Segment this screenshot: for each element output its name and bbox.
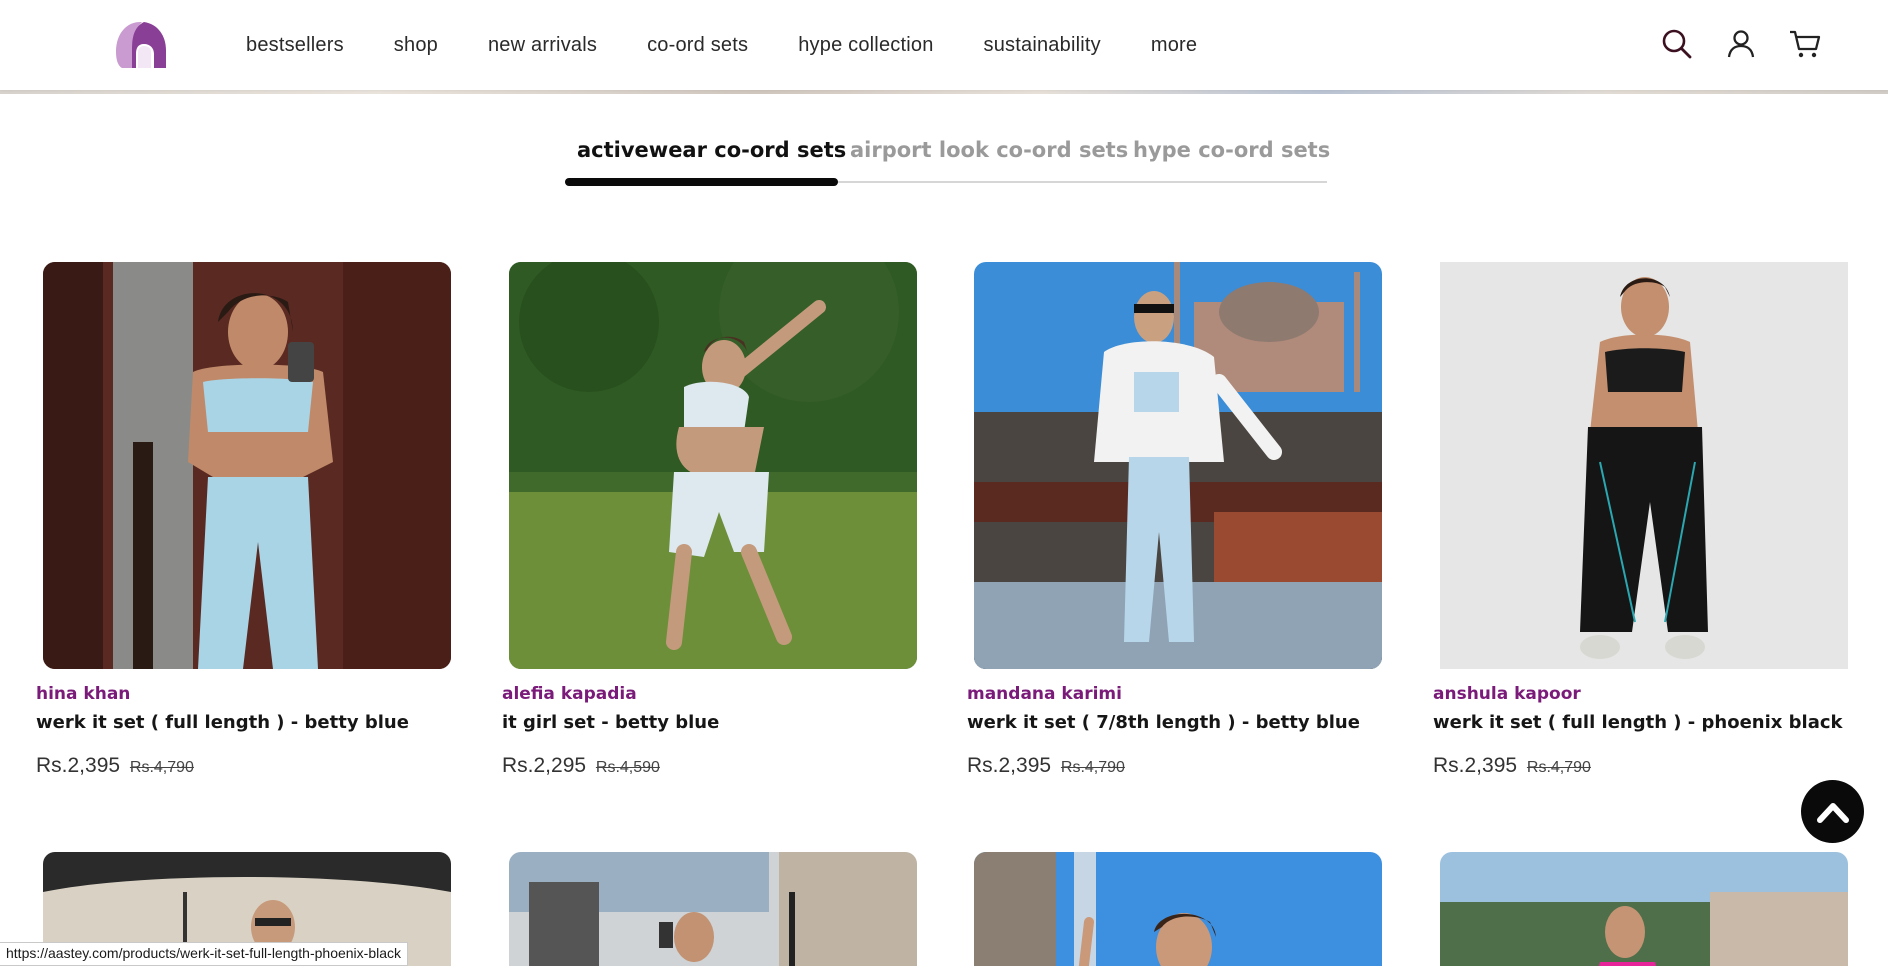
cart-icon[interactable] (1788, 27, 1822, 61)
sale-price: Rs.2,295 (502, 754, 587, 777)
nav-shop[interactable]: shop (394, 34, 438, 57)
compare-price: Rs.4,590 (595, 759, 660, 776)
product-brand[interactable]: hina khan (36, 684, 130, 704)
nav-new-arrivals[interactable]: new arrivals (488, 34, 597, 57)
search-icon[interactable] (1660, 27, 1694, 61)
active-tab-indicator (565, 178, 838, 186)
product-brand[interactable]: anshula kapoor (1433, 684, 1581, 704)
product-brand[interactable]: alefia kapadia (502, 684, 637, 704)
sale-price: Rs.2,395 (1433, 754, 1518, 777)
product-image[interactable] (43, 262, 451, 669)
tab-activewear-co-ord-sets[interactable]: activewear co-ord sets (577, 138, 846, 162)
tab-hype-co-ord-sets[interactable]: hype co-ord sets (1133, 138, 1330, 162)
chevron-up-icon (1816, 802, 1849, 823)
product-image[interactable] (509, 262, 917, 669)
nav-hype-collection[interactable]: hype collection (798, 34, 933, 57)
nav-sustainability[interactable]: sustainability (984, 34, 1101, 57)
product-price: Rs.2,395 Rs.4,790 (1433, 754, 1591, 778)
header-icons (1660, 27, 1822, 61)
product-image[interactable] (1440, 852, 1848, 966)
nav-bestsellers[interactable]: bestsellers (246, 34, 344, 57)
tab-airport-look-co-ord-sets[interactable]: airport look co-ord sets (850, 138, 1128, 162)
product-image[interactable] (509, 852, 917, 966)
product-image[interactable] (974, 262, 1382, 669)
product-price: Rs.2,295 Rs.4,590 (502, 754, 660, 778)
compare-price: Rs.4,790 (129, 759, 194, 776)
sale-price: Rs.2,395 (36, 754, 121, 777)
product-price: Rs.2,395 Rs.4,790 (967, 754, 1125, 778)
nav-more[interactable]: more (1151, 34, 1197, 57)
product-title[interactable]: werk it set ( full length ) - betty blue (36, 712, 409, 733)
product-image[interactable] (974, 852, 1382, 966)
product-price: Rs.2,395 Rs.4,790 (36, 754, 194, 778)
site-header: bestsellers shop new arrivals co-ord set… (0, 0, 1888, 90)
co-ord-tabs: activewear co-ord sets airport look co-o… (565, 130, 1330, 186)
main-nav: bestsellers shop new arrivals co-ord set… (246, 0, 1247, 90)
link-status-bar: https://aastey.com/products/werk-it-set-… (0, 942, 409, 966)
compare-price: Rs.4,790 (1060, 759, 1125, 776)
product-title[interactable]: it girl set - betty blue (502, 712, 719, 733)
aastey-logo[interactable] (108, 18, 172, 72)
account-icon[interactable] (1724, 27, 1758, 61)
sale-price: Rs.2,395 (967, 754, 1052, 777)
compare-price: Rs.4,790 (1526, 759, 1591, 776)
nav-co-ord-sets[interactable]: co-ord sets (647, 34, 748, 57)
back-to-top-button[interactable] (1801, 780, 1864, 843)
product-title[interactable]: werk it set ( 7/8th length ) - betty blu… (967, 712, 1360, 733)
product-title[interactable]: werk it set ( full length ) - phoenix bl… (1433, 712, 1843, 733)
product-brand[interactable]: mandana karimi (967, 684, 1122, 704)
product-image[interactable] (1440, 262, 1848, 669)
